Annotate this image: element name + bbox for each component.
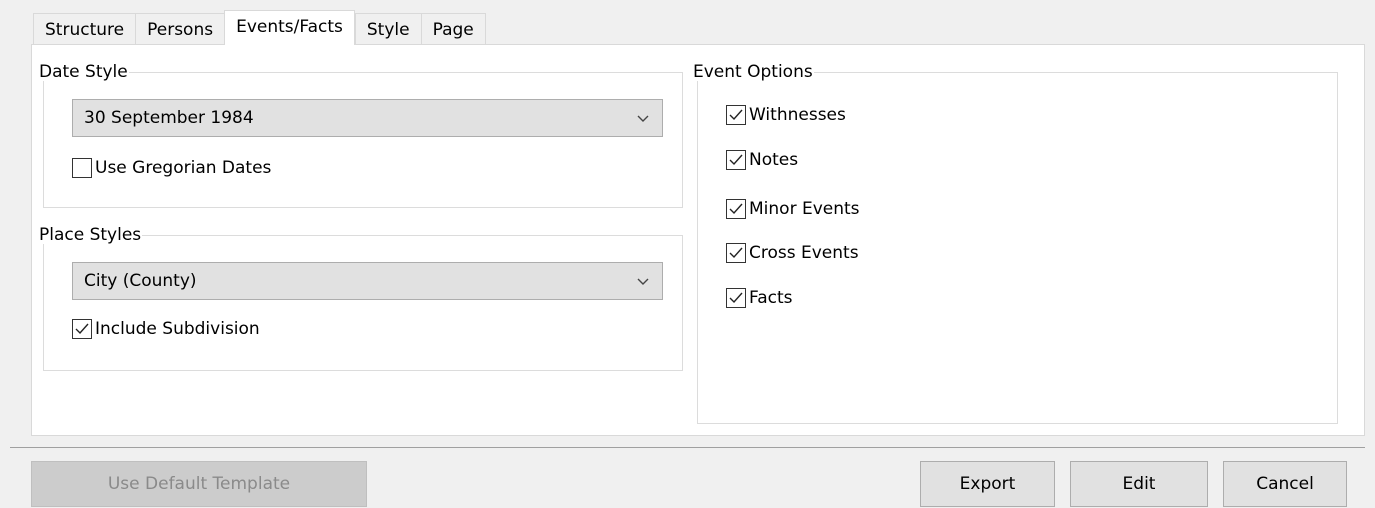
date-style-legend: Date Style xyxy=(39,62,128,82)
checkmark-icon xyxy=(729,203,743,215)
withnesses-label: Withnesses xyxy=(749,105,846,125)
tab-structure[interactable]: Structure xyxy=(33,13,136,45)
subdivision-label: Include Subdivision xyxy=(95,319,260,339)
chevron-down-icon xyxy=(637,278,649,285)
export-button[interactable]: Export xyxy=(920,461,1055,507)
withnesses-check-box[interactable] xyxy=(726,105,746,125)
tab-style[interactable]: Style xyxy=(354,13,421,45)
minor-events-label: Minor Events xyxy=(749,199,860,219)
event-options-legend: Event Options xyxy=(693,62,813,82)
notes-label: Notes xyxy=(749,150,799,170)
tab-persons[interactable]: Persons xyxy=(135,13,225,45)
date-style-value: 30 September 1984 xyxy=(84,108,254,128)
cancel-button[interactable]: Cancel xyxy=(1223,461,1347,507)
notes-check-box[interactable] xyxy=(726,150,746,170)
checkmark-icon xyxy=(729,292,743,304)
events-facts-panel: Date Style 30 September 1984 Use Gregori… xyxy=(31,44,1365,436)
use-gregorian-checkbox[interactable]: Use Gregorian Dates xyxy=(72,156,271,180)
withnesses-checkbox[interactable]: Withnesses xyxy=(726,103,846,127)
checkmark-icon xyxy=(75,323,89,335)
separator xyxy=(10,447,1365,448)
cross-events-checkbox[interactable]: Cross Events xyxy=(726,241,859,265)
subdivision-check-box[interactable] xyxy=(72,319,92,339)
place-style-dropdown[interactable]: City (County) xyxy=(72,262,663,300)
use-default-template-button[interactable]: Use Default Template xyxy=(31,461,367,507)
cross-events-check-box[interactable] xyxy=(726,243,746,263)
date-style-dropdown[interactable]: 30 September 1984 xyxy=(72,99,663,137)
place-styles-legend: Place Styles xyxy=(39,225,142,245)
checkmark-icon xyxy=(729,154,743,166)
checkmark-icon xyxy=(729,109,743,121)
gregorian-label: Use Gregorian Dates xyxy=(95,158,272,178)
gregorian-check-box[interactable] xyxy=(72,158,92,178)
minor-events-check-box[interactable] xyxy=(726,199,746,219)
notes-checkbox[interactable]: Notes xyxy=(726,148,798,172)
tab-bar: Structure Persons Events/Facts Style Pag… xyxy=(33,10,486,45)
facts-label: Facts xyxy=(749,288,793,308)
tab-page[interactable]: Page xyxy=(420,13,486,45)
include-subdivision-checkbox[interactable]: Include Subdivision xyxy=(72,317,260,341)
tab-events-facts[interactable]: Events/Facts xyxy=(224,10,355,45)
facts-check-box[interactable] xyxy=(726,288,746,308)
place-style-value: City (County) xyxy=(84,271,197,291)
edit-button[interactable]: Edit xyxy=(1070,461,1208,507)
facts-checkbox[interactable]: Facts xyxy=(726,286,793,310)
checkmark-icon xyxy=(729,247,743,259)
cross-events-label: Cross Events xyxy=(749,243,859,263)
chevron-down-icon xyxy=(637,115,649,122)
minor-events-checkbox[interactable]: Minor Events xyxy=(726,197,860,221)
